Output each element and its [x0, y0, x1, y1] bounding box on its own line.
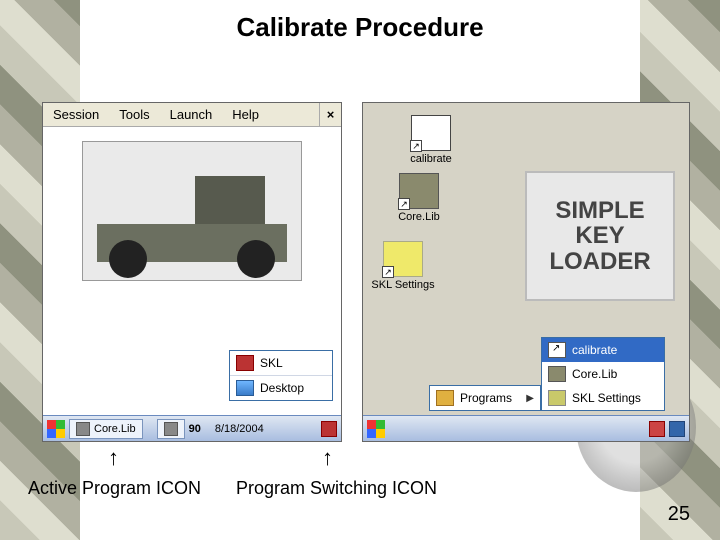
callout-active-program: Active Program ICON: [28, 478, 201, 499]
flyout-item-label: SKL Settings: [572, 391, 641, 405]
flyout-item-skl-settings[interactable]: SKL Settings: [542, 386, 664, 410]
menu-help[interactable]: Help: [222, 107, 269, 122]
callout-program-switching: Program Switching ICON: [236, 478, 437, 499]
programs-label: Programs: [460, 391, 512, 405]
shortcut-arrow-icon: ↗: [398, 198, 410, 210]
switch-item-skl[interactable]: SKL: [230, 351, 332, 376]
taskbar: Core.Lib 90 8/18/2004: [43, 415, 341, 441]
program-switching-button[interactable]: [157, 419, 185, 439]
flyout-item-label: calibrate: [572, 343, 617, 357]
desktop-icon-label: SKL Settings: [371, 279, 435, 291]
desktop-icon-skl-settings[interactable]: ↗ SKL Settings: [371, 241, 435, 291]
slide-number: 25: [668, 503, 690, 526]
taskbar: [363, 415, 689, 441]
corelib-icon: [548, 366, 566, 382]
desktop-window: ↗ calibrate ↗ Core.Lib ↗ SKL Settings SI…: [362, 102, 690, 442]
skl-title-card: SIMPLE KEY LOADER: [525, 171, 675, 301]
corelib-icon: [76, 422, 90, 436]
switch-icon: [164, 422, 178, 436]
menu-tools[interactable]: Tools: [109, 107, 159, 122]
desktop-icon: [236, 380, 254, 396]
menu-session[interactable]: Session: [43, 107, 109, 122]
start-button[interactable]: [47, 420, 65, 438]
tray-icon[interactable]: [669, 421, 685, 437]
taskbar-item-label: Core.Lib: [94, 423, 136, 435]
calibrate-icon: [548, 342, 566, 358]
menubar: Session Tools Launch Help ×: [43, 103, 341, 127]
shortcut-arrow-icon: ↗: [410, 140, 422, 152]
switch-item-label: Desktop: [260, 381, 304, 395]
skl-settings-icon: [548, 390, 566, 406]
skl-app-window: Session Tools Launch Help × SKL Desktop …: [42, 102, 342, 442]
menu-close-button[interactable]: ×: [319, 103, 341, 127]
flyout-item-corelib[interactable]: Core.Lib: [542, 362, 664, 386]
programs-flyout: calibrate Core.Lib SKL Settings: [541, 337, 665, 411]
tray-icon[interactable]: [649, 421, 665, 437]
shortcut-arrow-icon: ↗: [382, 266, 394, 278]
submenu-arrow-icon: ▶: [526, 393, 534, 404]
taskbar-date: 8/18/2004: [215, 423, 264, 435]
programs-folder-icon: [436, 390, 454, 406]
skl-icon: [236, 355, 254, 371]
switch-item-desktop[interactable]: Desktop: [230, 376, 332, 400]
desktop-icon-calibrate[interactable]: ↗ calibrate: [399, 115, 463, 165]
callout-arrow-icon: ↑: [322, 447, 333, 469]
start-button[interactable]: [367, 420, 385, 438]
taskbar-battery: 90: [189, 423, 201, 435]
program-switch-popup: SKL Desktop: [229, 350, 333, 401]
callout-arrow-icon: ↑: [108, 447, 119, 469]
switch-item-label: SKL: [260, 356, 283, 370]
programs-menu-item[interactable]: Programs ▶: [430, 386, 540, 410]
flyout-item-label: Core.Lib: [572, 367, 617, 381]
slide-title: Calibrate Procedure: [0, 12, 720, 43]
tray-icon[interactable]: [321, 421, 337, 437]
desktop-icon-label: calibrate: [399, 153, 463, 165]
menu-launch[interactable]: Launch: [160, 107, 223, 122]
desktop-icon-corelib[interactable]: ↗ Core.Lib: [387, 173, 451, 223]
vehicle-image: [82, 141, 302, 281]
start-programs-menu: Programs ▶: [429, 385, 541, 411]
desktop-icon-label: Core.Lib: [387, 211, 451, 223]
taskbar-active-program[interactable]: Core.Lib: [69, 419, 143, 439]
flyout-item-calibrate[interactable]: calibrate: [542, 338, 664, 362]
